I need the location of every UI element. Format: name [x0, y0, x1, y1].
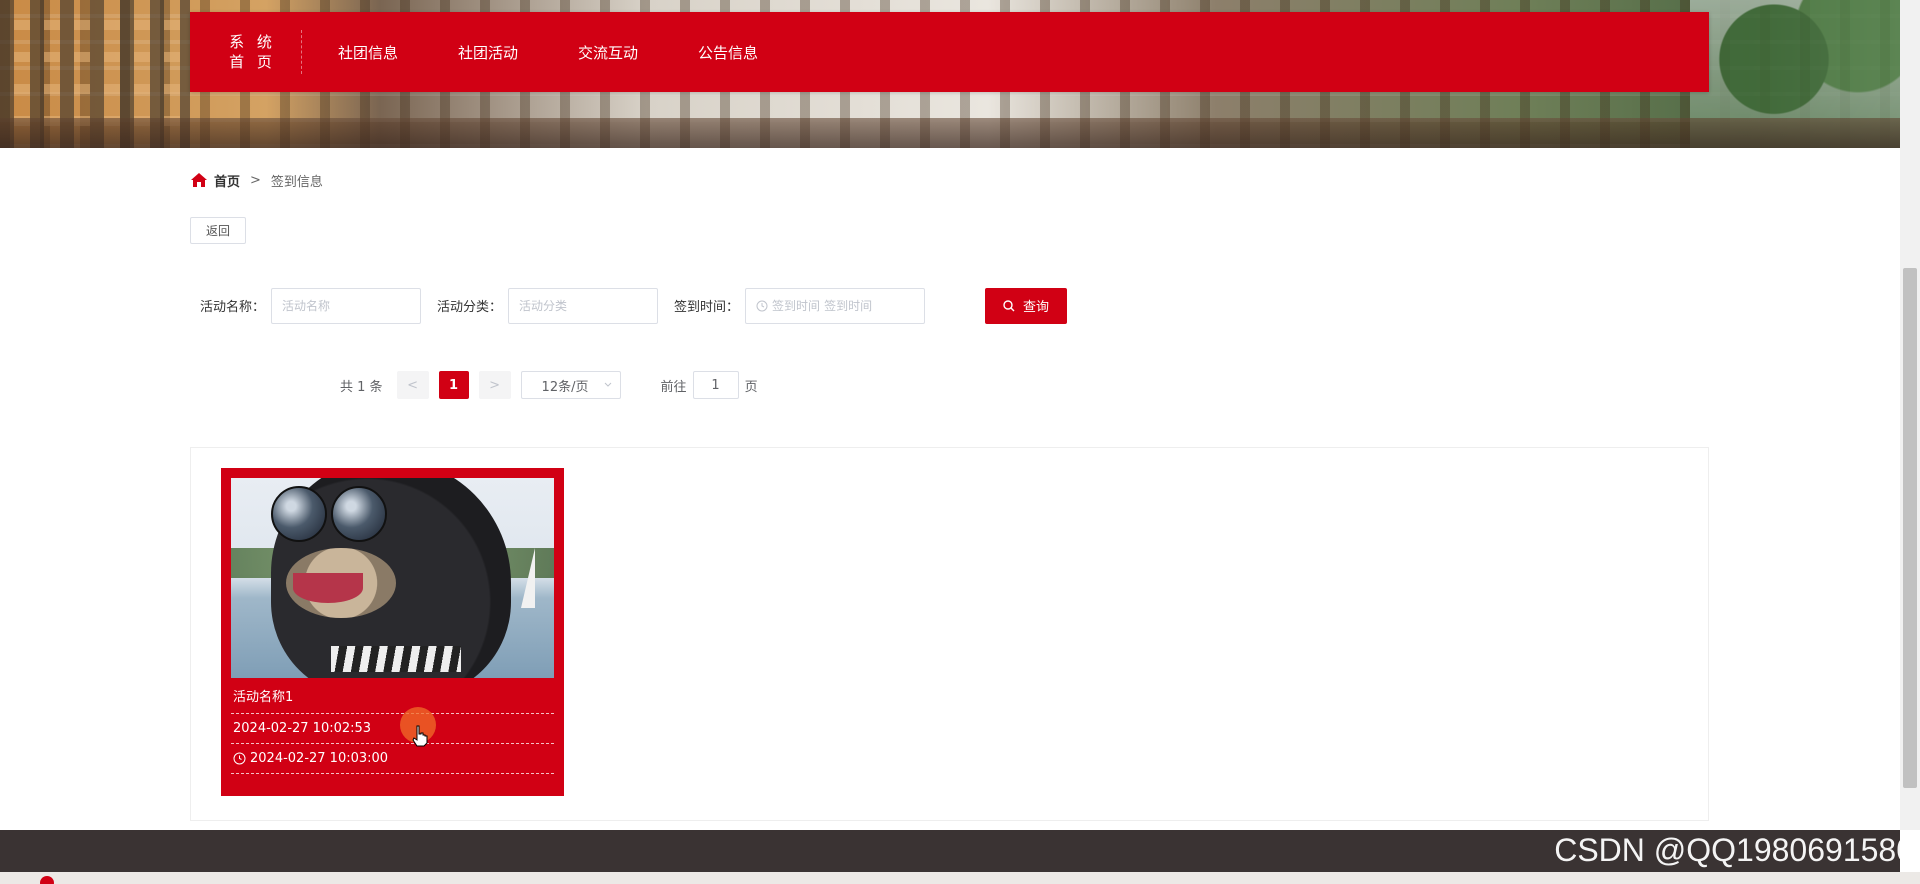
watermark: CSDN @QQ1980691580: [1554, 832, 1914, 868]
card-time-2: 2024-02-27 10:03:00: [231, 744, 554, 774]
card-time-1: 2024-02-27 10:02:53: [231, 714, 554, 744]
next-page-button[interactable]: >: [478, 371, 511, 399]
query-button[interactable]: 查询: [985, 287, 1068, 324]
photo-sailboat: [521, 548, 535, 608]
goto-page-input[interactable]: [692, 371, 739, 399]
checkin-end-placeholder: 签到时间: [824, 299, 873, 313]
nav-home-line1: 系 统: [229, 33, 276, 51]
query-button-label: 查询: [1023, 299, 1050, 314]
photo-dog-mouth: [293, 573, 363, 603]
status-dot-icon: [40, 876, 54, 884]
search-bar: 活动名称： 活动分类： 签到时间： 签到时间 签到时间 查询: [190, 287, 1068, 324]
chevron-down-icon: [604, 382, 611, 387]
page-scrollbar[interactable]: [1900, 0, 1920, 830]
browser-status-bar: [0, 872, 1920, 884]
breadcrumb-home[interactable]: 首页: [214, 171, 240, 190]
activity-category-input[interactable]: [508, 287, 659, 324]
activity-photo: [231, 478, 554, 678]
card-activity-name-text: 活动名称1: [233, 690, 294, 705]
checkin-start-placeholder: 签到时间: [772, 299, 821, 313]
checkin-card[interactable]: 活动名称1 2024-02-27 10:02:53 2024-02-27 10:…: [221, 468, 564, 796]
nav-home[interactable]: 系 统 首 页: [210, 30, 302, 74]
home-icon: [191, 173, 207, 187]
pagination-total: 共 1 条: [340, 379, 383, 395]
checkin-time-label: 签到时间：: [674, 300, 740, 315]
breadcrumb-separator: >: [250, 172, 261, 188]
clock-icon: [756, 300, 768, 311]
checkin-list-panel: 活动名称1 2024-02-27 10:02:53 2024-02-27 10:…: [190, 447, 1709, 821]
nav-item-announcements[interactable]: 公告信息: [698, 42, 758, 63]
main-nav: 系 统 首 页 社团信息 社团活动 交流互动 公告信息: [190, 12, 1709, 92]
page-size-select[interactable]: 12条/页: [520, 371, 621, 399]
activity-name-label: 活动名称：: [200, 300, 266, 315]
nav-item-interaction[interactable]: 交流互动: [578, 42, 638, 63]
photo-dog-collar: [331, 646, 461, 672]
activity-name-input[interactable]: [271, 287, 422, 324]
nav-item-club-activity[interactable]: 社团活动: [458, 42, 518, 63]
goto-label: 前往: [660, 379, 687, 395]
page-size-value: 12条/页: [541, 379, 589, 395]
card-time-2-text: 2024-02-27 10:03:00: [250, 751, 389, 766]
clock-icon: [233, 752, 246, 765]
checkin-time-range-picker[interactable]: 签到时间 签到时间: [745, 287, 926, 324]
card-activity-name: 活动名称1: [231, 678, 554, 714]
photo-sunglass-right: [331, 486, 387, 542]
nav-home-line2: 首 页: [229, 53, 276, 71]
breadcrumb: 首页 > 签到信息: [190, 170, 323, 190]
card-time-1-text: 2024-02-27 10:02:53: [233, 721, 372, 736]
search-icon: [1003, 299, 1015, 311]
banner-ground: [0, 118, 1900, 148]
goto-page-suffix: 页: [744, 379, 758, 395]
photo-sunglass-left: [271, 486, 327, 542]
breadcrumb-current: 签到信息: [270, 174, 323, 190]
activity-category-label: 活动分类：: [437, 300, 503, 315]
page-number-current[interactable]: 1: [438, 371, 469, 399]
prev-page-button[interactable]: <: [396, 371, 429, 399]
hand-pointer-icon: [412, 725, 428, 747]
nav-item-club-info[interactable]: 社团信息: [338, 42, 398, 63]
scrollbar-thumb[interactable]: [1903, 268, 1917, 788]
back-button[interactable]: 返回: [190, 217, 246, 244]
pagination: 共 1 条 < 1 > 12条/页 前往 页: [340, 370, 758, 400]
